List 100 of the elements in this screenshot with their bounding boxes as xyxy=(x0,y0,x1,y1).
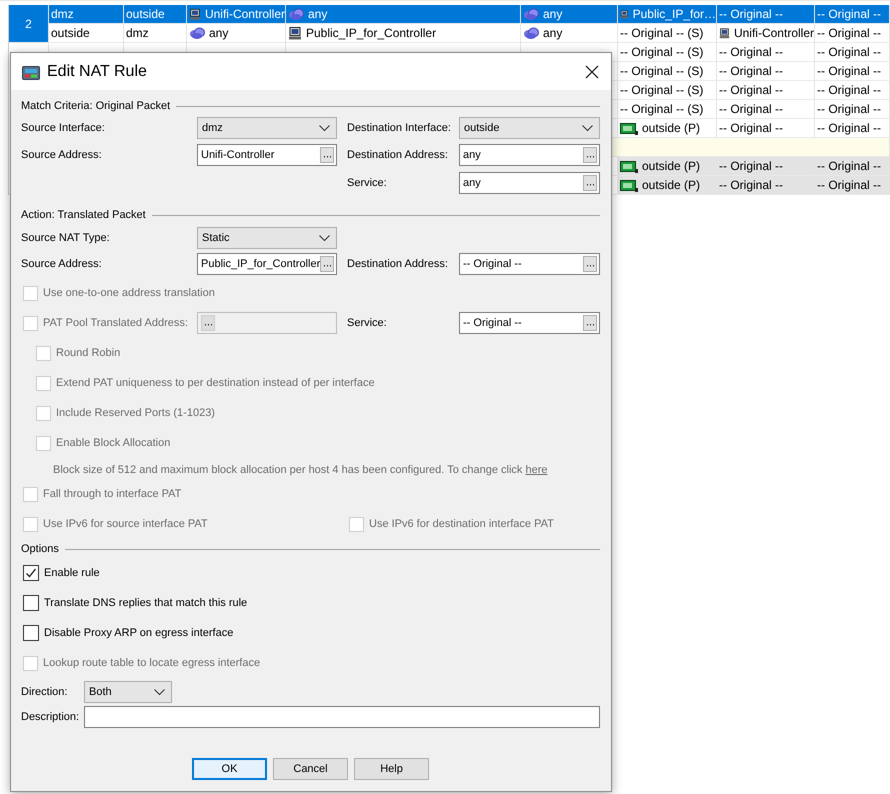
change-link[interactable]: here xyxy=(525,464,548,476)
cell-text: Unifi-Controller xyxy=(734,26,814,40)
dropdown[interactable]: Both xyxy=(84,681,172,703)
dropdown[interactable]: outside xyxy=(459,117,600,139)
address-field[interactable]: Public_IP_for_Controller xyxy=(197,253,337,275)
table-cell: -- Original -- xyxy=(717,119,815,138)
section-title: Options xyxy=(21,543,59,555)
network-icon xyxy=(523,26,539,40)
field-label: Source Address: xyxy=(21,149,103,161)
field-label: Destination Address: xyxy=(347,258,449,270)
field-label: Service: xyxy=(347,177,388,189)
checkbox-label: Extend PAT uniqueness to per destination instead of per interface xyxy=(56,377,375,389)
cell-text: Unifi-Controller xyxy=(204,7,285,21)
checkbox-label: Enable Block Allocation xyxy=(56,437,170,449)
table-cell: -- Original -- xyxy=(815,43,890,62)
address-field[interactable]: -- Original -- xyxy=(459,253,600,275)
network-icon xyxy=(189,26,205,40)
browse-button[interactable] xyxy=(583,175,597,191)
input-field[interactable] xyxy=(84,706,600,728)
table-cell: -- Original -- xyxy=(717,157,815,176)
cell-text: any xyxy=(209,26,228,40)
window-title: Edit NAT Rule xyxy=(47,62,148,80)
table-cell: -- Original -- (S) xyxy=(618,62,717,81)
table-cell: dmz xyxy=(49,5,124,24)
browse-button[interactable] xyxy=(320,147,334,163)
address-field[interactable] xyxy=(197,312,337,334)
section-title: Match Criteria: Original Packet xyxy=(21,100,170,112)
browse-button[interactable] xyxy=(320,256,334,272)
checkbox-label: Use IPv6 for source interface PAT xyxy=(43,518,208,530)
table-cell: -- Original -- (S) xyxy=(618,24,717,43)
table-cell: -- Original -- xyxy=(815,81,890,100)
dialog-button[interactable]: Cancel xyxy=(273,758,348,780)
network-card-icon xyxy=(620,178,638,192)
section-title: Action: Translated Packet xyxy=(21,209,146,221)
checkbox-label: Enable rule xyxy=(44,567,100,579)
dialog-button[interactable]: OK xyxy=(192,758,267,780)
dialog-button[interactable]: Help xyxy=(354,758,429,780)
checkbox-label: Use IPv6 for destination interface PAT xyxy=(369,518,554,530)
dropdown[interactable]: Static xyxy=(197,227,337,249)
table-cell: -- Original -- xyxy=(815,176,890,195)
table-cell: -- Original -- xyxy=(717,100,815,119)
caret-icon xyxy=(154,688,165,696)
table-cell: -- Original -- (S) xyxy=(618,43,717,62)
table-cell: -- Original -- xyxy=(815,119,890,138)
table-cell: -- Original -- xyxy=(717,81,815,100)
cell-text: Public_IP_for… xyxy=(632,7,716,21)
table-cell: -- Original -- xyxy=(815,62,890,81)
cell-text: outside (P) xyxy=(642,121,700,135)
cell-text: any xyxy=(543,7,562,21)
address-field[interactable]: Unifi-Controller xyxy=(197,144,337,166)
checkbox-label: Disable Proxy ARP on egress interface xyxy=(44,627,234,639)
table-cell: -- Original -- xyxy=(717,176,815,195)
field-label: Direction: xyxy=(21,686,68,698)
caret-icon xyxy=(319,234,330,242)
table-cell: -- Original -- xyxy=(717,5,815,24)
field-label: Description: xyxy=(21,711,80,723)
address-field[interactable]: any xyxy=(459,144,600,166)
caret-icon xyxy=(582,124,593,132)
browse-button[interactable] xyxy=(583,256,597,272)
checkbox-label: Lookup route table to locate egress interface xyxy=(43,657,260,669)
table-cell: -- Original -- (S) xyxy=(618,81,717,100)
table-cell: -- Original -- xyxy=(815,157,890,176)
cell-text: outside (P) xyxy=(642,178,700,192)
rule-number: 2 xyxy=(9,5,49,43)
checkbox-label: Use one-to-one address translation xyxy=(43,287,215,299)
cell-text: any xyxy=(308,7,328,21)
cell-text: outside (P) xyxy=(642,159,700,173)
table-cell: -- Original -- xyxy=(815,5,890,24)
address-field[interactable]: -- Original -- xyxy=(459,312,600,334)
app-icon xyxy=(22,64,40,80)
table-cell: -- Original -- xyxy=(815,100,890,119)
browse-button[interactable] xyxy=(201,315,215,331)
checkbox[interactable] xyxy=(23,595,39,611)
field-label: Source Interface: xyxy=(21,122,106,134)
table-cell: -- Original -- (S) xyxy=(618,100,717,119)
checkbox[interactable] xyxy=(23,625,39,641)
table-cell: dmz xyxy=(124,24,187,43)
close-icon[interactable] xyxy=(585,64,599,78)
checkbox-label: Fall through to interface PAT xyxy=(43,488,182,500)
checkbox-label: PAT Pool Translated Address: xyxy=(43,317,188,329)
network-icon xyxy=(523,8,539,20)
checkbox-label: Include Reserved Ports (1-1023) xyxy=(56,407,215,419)
address-field[interactable]: any xyxy=(459,172,600,194)
network-card-icon xyxy=(620,160,638,172)
network-card-icon xyxy=(620,122,638,134)
field-label: Source Address: xyxy=(21,258,103,270)
field-label: Source NAT Type: xyxy=(21,232,111,244)
table-cell: -- Original -- xyxy=(815,24,890,43)
browse-button[interactable] xyxy=(583,147,597,163)
block-allocation-note: Block size of 512 and maximum block allocation per host 4 has been configured. To change click here xyxy=(53,464,548,476)
checkbox[interactable] xyxy=(23,565,39,581)
field-label: Destination Interface: xyxy=(347,122,452,134)
table-cell: -- Original -- xyxy=(717,43,815,62)
field-label: Destination Address: xyxy=(347,149,449,161)
caret-icon xyxy=(319,124,330,132)
table-cell: -- Original -- xyxy=(717,62,815,81)
field-label: Service: xyxy=(347,317,388,329)
dropdown[interactable]: dmz xyxy=(197,117,337,139)
table-cell: outside xyxy=(124,5,187,24)
browse-button[interactable] xyxy=(583,315,597,331)
